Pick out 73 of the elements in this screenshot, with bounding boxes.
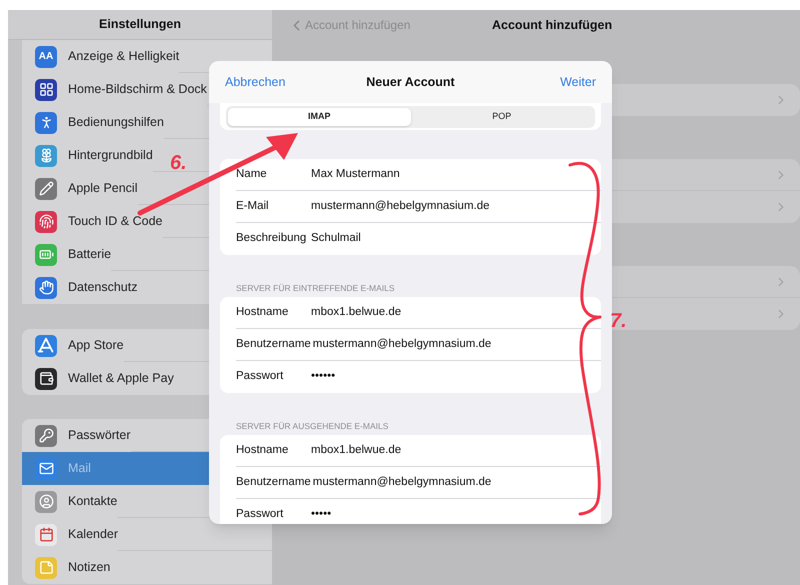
sidebar-item[interactable]: Kalender — [35, 518, 118, 551]
sidebar-item[interactable]: Datenschutz — [35, 271, 138, 304]
sidebar-item[interactable]: Home-Bildschirm & Dock — [35, 73, 207, 106]
field-value[interactable]: ••••• — [311, 506, 332, 524]
sidebar-title: Einstellungen — [99, 16, 181, 34]
sidebar-label: Passwörter — [68, 427, 131, 444]
sidebar-item[interactable]: Apple Pencil — [35, 172, 138, 205]
sidebar-label: Hintergrundbild — [68, 147, 153, 164]
pencil-icon — [35, 178, 57, 200]
flower-icon — [35, 144, 57, 166]
wallet-icon — [35, 368, 57, 390]
field-label: Benutzername — [236, 474, 311, 490]
sidebar-item[interactable]: Passwörter — [35, 419, 131, 452]
sidebar-label: Datenschutz — [68, 279, 138, 296]
field-value[interactable]: mustermann@hebelgymnasium.de — [311, 198, 490, 216]
segment-tab[interactable]: POP — [410, 108, 593, 126]
cancel-button[interactable]: Abbrechen — [225, 72, 286, 92]
sidebar-item[interactable]: Hintergrundbild — [35, 139, 153, 172]
sidebar-item[interactable]: Batterie — [35, 238, 112, 271]
field-label: Benutzername — [236, 336, 311, 352]
hand-icon — [35, 276, 57, 298]
sidebar-item[interactable]: Touch ID & Code — [35, 205, 162, 238]
sidebar-item[interactable]: Kontakte — [35, 485, 118, 518]
key-icon — [35, 424, 57, 446]
battery-icon — [35, 244, 57, 266]
sidebar-label: Mail — [68, 460, 91, 478]
segment-tab[interactable]: IMAP — [228, 108, 410, 126]
sidebar-label: Kontakte — [68, 493, 118, 510]
sidebar-item[interactable]: AA Anzeige & Helligkeit — [35, 40, 180, 73]
app-grid-icon — [35, 78, 57, 100]
sidebar-label: Kalender — [68, 526, 118, 544]
field-label: Name — [236, 166, 268, 182]
section-header: SERVER FÜR AUSGEHENDE E-MAILS — [236, 421, 388, 431]
sidebar-label: Touch ID & Code — [68, 213, 162, 230]
text-size-icon: AA — [35, 46, 57, 68]
sidebar-label: Home-Bildschirm & Dock — [68, 81, 207, 98]
sidebar-label: Batterie — [68, 246, 112, 264]
field-value[interactable]: mustermann@hebelgymnasium.de — [312, 474, 492, 492]
next-button[interactable]: Weiter — [560, 72, 596, 92]
field-value[interactable]: mustermann@hebelgymnasium.de — [312, 336, 492, 354]
field-label: Passwort — [236, 507, 284, 522]
field-value[interactable]: Schulmail — [311, 230, 361, 248]
field-value[interactable]: mbox1.belwue.de — [311, 442, 402, 460]
sidebar-label: Apple Pencil — [68, 180, 138, 198]
annotation-number: 6. — [170, 151, 187, 176]
dialog-title: Neuer Account — [366, 74, 455, 91]
notepad-icon — [35, 556, 57, 578]
sidebar-label: Wallet & Apple Pay — [68, 370, 174, 388]
field-value[interactable]: mbox1.belwue.de — [311, 304, 402, 322]
sidebar-item[interactable]: Bedienungshilfen — [35, 106, 164, 139]
sidebar-label: App Store — [68, 337, 124, 354]
sidebar-item[interactable]: App Store — [35, 329, 124, 362]
nav-title: Account hinzufügen — [492, 16, 612, 34]
person-icon — [35, 490, 57, 512]
field-label: E-Mail — [236, 198, 270, 214]
envelope-icon — [35, 458, 57, 480]
letter-a-icon — [35, 334, 57, 356]
field-value[interactable]: Max Mustermann — [311, 166, 400, 184]
sidebar-label: Notizen — [68, 559, 110, 576]
sidebar-item[interactable]: Notizen — [35, 551, 110, 584]
calendar-icon — [35, 524, 57, 546]
annotation-number: 7. — [610, 309, 627, 334]
field-label: Hostname — [236, 304, 290, 320]
section-header: SERVER FÜR EINTREFFENDE E-MAILS — [236, 283, 395, 293]
person-icon — [35, 112, 57, 134]
sidebar-item[interactable]: Wallet & Apple Pay — [35, 362, 174, 395]
field-label: Beschreibung — [236, 231, 308, 246]
field-label: Hostname — [236, 442, 290, 458]
field-label: Passwort — [236, 369, 284, 384]
field-value[interactable]: •••••• — [311, 368, 336, 386]
fingerprint-icon — [35, 210, 57, 232]
sidebar-label: Anzeige & Helligkeit — [68, 48, 180, 66]
sidebar-label: Bedienungshilfen — [68, 114, 164, 132]
